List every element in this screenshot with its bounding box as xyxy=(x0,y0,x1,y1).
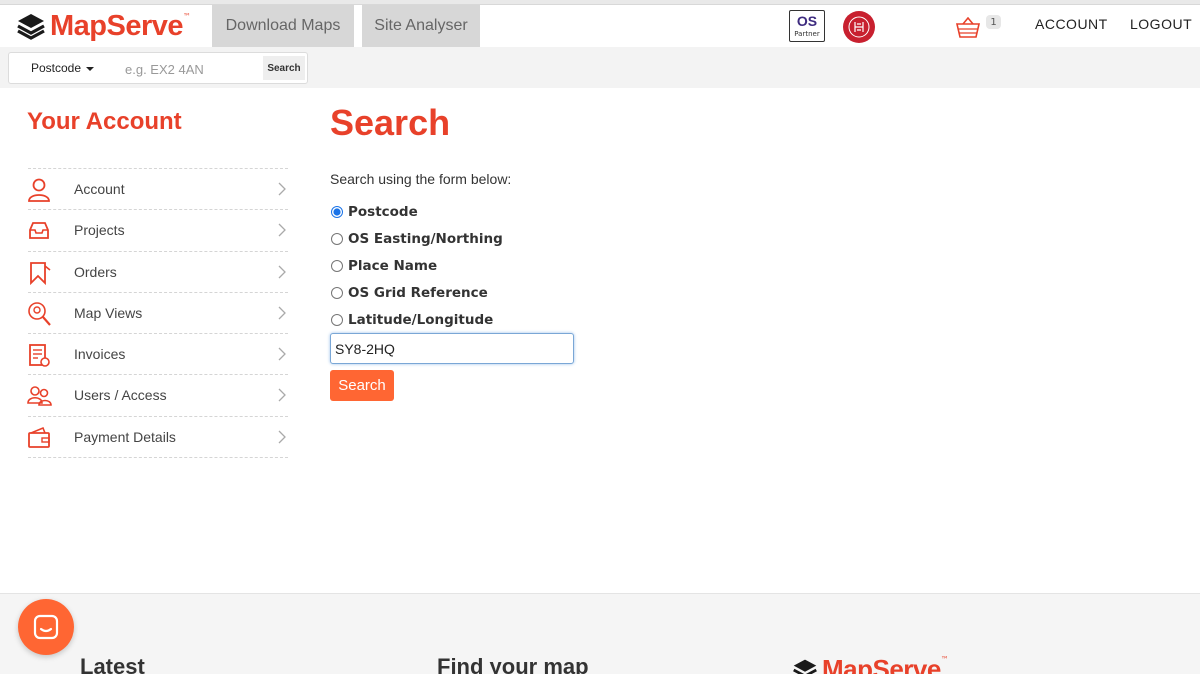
chevron-right-icon xyxy=(278,265,286,279)
sidebar-item-label: Users / Access xyxy=(74,387,167,404)
option-os-easting-northing[interactable]: OS Easting/Northing xyxy=(330,225,503,252)
search-type-options: Postcode OS Easting/Northing Place Name … xyxy=(330,198,503,333)
search-intro-text: Search using the form below: xyxy=(330,171,512,187)
chevron-right-icon xyxy=(278,389,286,402)
invoice-icon xyxy=(29,344,50,367)
sidebar-item-label: Orders xyxy=(74,263,117,280)
search-button[interactable]: Search xyxy=(330,370,394,401)
account-menu: Account Projects Orders Map Views Invoic… xyxy=(27,168,288,459)
tab-download-maps[interactable]: Download Maps xyxy=(212,5,354,47)
footer-heading-find-your-map: Find your map xyxy=(437,654,589,674)
logo-trademark: ™ xyxy=(183,11,192,21)
chevron-right-icon xyxy=(278,347,286,361)
caret-down-icon xyxy=(86,66,95,71)
radio-os-easting-northing[interactable] xyxy=(331,232,343,245)
footer-logo-trademark: ™ xyxy=(940,655,949,664)
radio-place-name[interactable] xyxy=(331,259,343,272)
sidebar-item-label: Map Views xyxy=(74,304,143,321)
layers-icon xyxy=(17,14,45,40)
footer-logo-text: MapServe xyxy=(822,654,941,674)
seal-badge-icon xyxy=(843,11,875,43)
bookmark-icon xyxy=(30,261,51,285)
sidebar-item-payment-details[interactable]: Payment Details xyxy=(28,417,288,459)
basket-count-badge: 1 xyxy=(986,15,1001,29)
os-badge-mark: OS xyxy=(796,13,818,29)
search-type-dropdown[interactable]: Postcode xyxy=(31,61,95,75)
chevron-right-icon xyxy=(278,182,286,196)
quick-search-bar: Postcode Search xyxy=(0,47,1200,88)
logout-link[interactable]: LOGOUT xyxy=(1130,16,1192,32)
user-icon xyxy=(28,178,50,202)
os-badge-caption: Partner xyxy=(794,30,820,38)
users-icon xyxy=(27,386,52,407)
chevron-right-icon xyxy=(278,306,286,320)
seal-emblem-icon xyxy=(848,16,870,38)
option-label: OS Grid Reference xyxy=(348,284,488,301)
site-footer: Latest Find your map MapServe ™ xyxy=(0,593,1200,674)
layers-icon xyxy=(793,659,817,674)
sidebar-item-orders[interactable]: Orders xyxy=(28,252,288,293)
chat-icon xyxy=(33,614,59,640)
chat-launcher-button[interactable] xyxy=(18,599,74,655)
footer-heading-latest: Latest xyxy=(80,654,145,674)
tab-site-analyser[interactable]: Site Analyser xyxy=(362,5,480,47)
chevron-right-icon xyxy=(278,430,286,444)
radio-postcode[interactable] xyxy=(331,205,343,218)
option-os-grid-reference[interactable]: OS Grid Reference xyxy=(330,279,503,306)
sidebar-item-label: Projects xyxy=(74,222,125,239)
sidebar-item-projects[interactable]: Projects xyxy=(28,210,288,252)
sidebar-item-account[interactable]: Account xyxy=(28,169,288,211)
option-label: Place Name xyxy=(348,257,438,274)
wallet-icon xyxy=(28,426,50,448)
basket-icon[interactable] xyxy=(955,17,981,39)
inbox-tray-icon xyxy=(29,222,49,240)
option-label: Latitude/Longitude xyxy=(348,311,494,328)
account-link[interactable]: ACCOUNT xyxy=(1035,16,1108,32)
sidebar-item-label: Payment Details xyxy=(74,428,176,445)
option-label: Postcode xyxy=(348,203,418,220)
option-place-name[interactable]: Place Name xyxy=(330,252,503,279)
footer-logo: MapServe ™ xyxy=(792,654,949,674)
sidebar-item-label: Account xyxy=(74,181,125,197)
sidebar-item-invoices[interactable]: Invoices xyxy=(28,334,288,376)
radio-os-grid-reference[interactable] xyxy=(331,286,343,299)
sidebar-title: Your Account xyxy=(27,108,182,135)
site-header: MapServe ™ Download Maps Site Analyser O… xyxy=(0,5,1200,47)
option-postcode[interactable]: Postcode xyxy=(330,198,503,225)
quick-search-button[interactable]: Search xyxy=(263,56,305,80)
sidebar-item-label: Invoices xyxy=(74,346,126,363)
sidebar-item-map-views[interactable]: Map Views xyxy=(28,293,288,335)
option-latitude-longitude[interactable]: Latitude/Longitude xyxy=(330,306,503,333)
page-title: Search xyxy=(330,102,451,143)
search-query-input[interactable] xyxy=(330,333,574,364)
os-partner-badge: OS Partner xyxy=(789,10,825,42)
map-pin-search-icon xyxy=(28,302,51,326)
logo-text: MapServe xyxy=(50,9,184,42)
quick-search-input[interactable] xyxy=(119,57,259,81)
mapserve-logo[interactable]: MapServe ™ xyxy=(16,9,191,43)
search-type-label: Postcode xyxy=(31,61,82,75)
option-label: OS Easting/Northing xyxy=(348,230,503,247)
quick-search-form: Postcode Search xyxy=(8,52,308,84)
sidebar-item-users-access[interactable]: Users / Access xyxy=(27,375,288,417)
chevron-right-icon xyxy=(278,223,286,237)
radio-latitude-longitude[interactable] xyxy=(331,313,343,326)
